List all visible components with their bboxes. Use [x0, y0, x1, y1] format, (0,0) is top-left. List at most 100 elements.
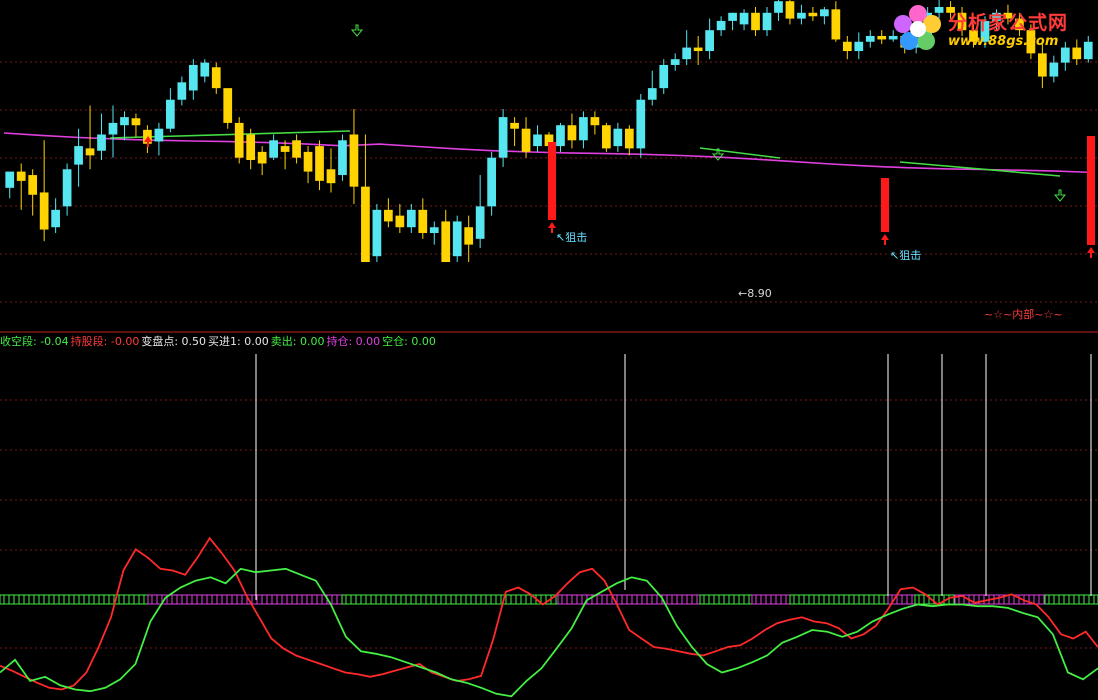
candle-body-54 [624, 128, 634, 149]
candle-body-60 [693, 47, 703, 52]
candle-body-20 [234, 122, 244, 158]
chart-canvas: ↖狙击 ↖狙击 ←8.90 ~☆~内部~☆~ [0, 0, 1098, 698]
candle-body-5 [62, 169, 72, 207]
candle-body-18 [211, 67, 221, 89]
candle-body-16 [188, 64, 198, 91]
signal-bar-1 [881, 178, 889, 232]
candle-body-37 [429, 227, 439, 234]
signal-vertical-lines [255, 354, 1092, 600]
candle-body-90 [1038, 53, 1047, 77]
oscillator-lines [0, 536, 1098, 698]
candle-body-69 [797, 12, 806, 19]
buy-arrow-icon-2 [1087, 247, 1095, 258]
candle-body-46 [533, 134, 542, 147]
legend-item-3: 买进1: 0.00 [208, 335, 269, 348]
indicator-legend: 收空段: -0.04 持股段: -0.00 变盘点: 0.50 买进1: 0.00 卖出… [0, 334, 438, 350]
candle-body-43 [498, 117, 508, 158]
candle-body-39 [452, 221, 462, 257]
osc-line-0 [0, 536, 1098, 691]
buy-arrow-icon-0 [548, 222, 556, 233]
candle-body-67 [774, 1, 783, 13]
site-logo: 分析家公式网 www.88gs.com [892, 2, 1092, 56]
sell-arrow-icon-2 [1053, 189, 1067, 202]
strip-segment-0 [0, 594, 149, 605]
candle-body-15 [177, 82, 187, 100]
strip-segment-4 [699, 594, 753, 605]
candle-body-7 [85, 148, 95, 156]
candle-body-56 [647, 88, 657, 100]
flower-logo-icon [894, 5, 941, 50]
candle-body-28 [326, 169, 336, 184]
candle-body-51 [590, 117, 600, 126]
annotation-snipe-2: ↖狙击 [890, 249, 921, 262]
candle-body-3 [39, 192, 49, 230]
candle-body-9 [108, 122, 118, 135]
osc-line-1 [0, 567, 1098, 698]
candle-body-70 [808, 12, 818, 17]
candle-body-66 [762, 12, 772, 31]
candle-body-29 [338, 140, 347, 176]
strip-frame-3 [557, 594, 701, 605]
candle-body-62 [716, 20, 726, 31]
logo-title: 分析家公式网 [948, 12, 1069, 34]
logo-url: www.88gs.com [948, 34, 1059, 49]
candle-body-74 [854, 41, 864, 52]
strip-segment-2 [341, 594, 559, 605]
candle-body-27 [315, 146, 324, 181]
legend-item-5: 持仓: 0.00 [326, 335, 381, 348]
candle-body-44 [510, 122, 519, 129]
candle-body-23 [269, 140, 278, 158]
candle-body-76 [877, 35, 887, 40]
candle-body-72 [831, 9, 841, 40]
candle-body-38 [441, 221, 451, 262]
candle-body-14 [166, 99, 175, 129]
annotation-internal: ~☆~内部~☆~ [984, 307, 1063, 321]
candle-body-0 [5, 171, 15, 188]
candle-body-91 [1049, 62, 1059, 77]
candle-body-53 [613, 128, 623, 147]
candle-body-11 [131, 118, 141, 126]
signal-bar-0 [548, 142, 556, 220]
candle-body-26 [303, 151, 313, 172]
candle-body-17 [200, 62, 210, 77]
candle-body-1 [16, 171, 26, 181]
candle-body-31 [361, 186, 370, 262]
strip-segment-5 [751, 594, 791, 605]
strip-segment-3 [557, 594, 701, 605]
legend-item-6: 空仓: 0.00 [382, 335, 436, 348]
candle-body-49 [567, 125, 577, 141]
legend-item-1: 持股段: -0.00 [70, 335, 140, 348]
signal-bar-2 [1087, 136, 1095, 245]
candle-body-41 [475, 206, 485, 239]
candle-body-22 [257, 151, 267, 164]
candle-body-33 [384, 209, 393, 222]
candle-body-63 [728, 12, 737, 21]
candle-body-52 [602, 125, 611, 149]
strip-segment-6 [789, 594, 889, 605]
candle-body-65 [751, 12, 760, 31]
candle-body-30 [349, 134, 359, 187]
legend-item-2: 变盘点: 0.50 [141, 335, 207, 348]
candle-body-50 [579, 117, 588, 141]
annotation-snipe-1: ↖狙击 [556, 231, 587, 244]
candle-body-40 [464, 227, 474, 245]
candle-body-21 [246, 134, 256, 160]
candle-body-64 [739, 12, 749, 25]
candle-body-13 [154, 128, 164, 142]
candle-body-45 [521, 128, 531, 152]
annotation-low-price: ←8.90 [738, 287, 772, 300]
candle-body-19 [223, 88, 233, 123]
buy-arrow-icon-1 [881, 234, 889, 245]
candle-body-57 [659, 64, 669, 89]
candle-body-36 [418, 209, 428, 234]
candle-body-10 [120, 117, 129, 126]
sell-arrow-icon-0 [350, 24, 364, 37]
candle-body-25 [292, 140, 301, 158]
candle-body-55 [636, 99, 646, 149]
candle-body-75 [865, 35, 875, 42]
legend-item-4: 卖出: 0.00 [270, 335, 325, 348]
candle-body-58 [670, 59, 680, 65]
candle-body-71 [820, 9, 829, 17]
strip-segment-1 [147, 594, 343, 605]
candle-body-24 [280, 146, 290, 152]
